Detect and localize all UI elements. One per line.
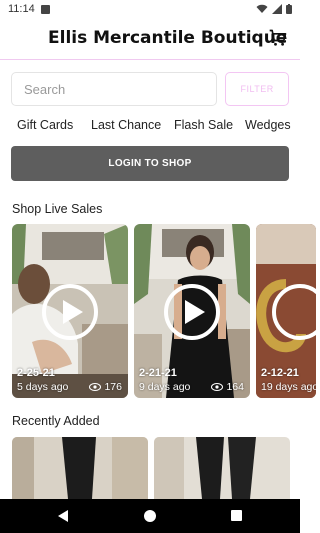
view-count: 176: [89, 381, 122, 393]
live-sales-title: Shop Live Sales: [12, 202, 103, 216]
battery-icon: [286, 4, 292, 14]
sale-age: 19 days ago: [261, 381, 316, 393]
category-wedges[interactable]: Wedges: [245, 118, 291, 132]
eye-icon: [89, 383, 102, 391]
eye-icon: [211, 383, 224, 391]
live-sale-card[interactable]: 2-12-21 19 days ago: [256, 224, 316, 398]
play-icon[interactable]: [271, 283, 316, 341]
live-sale-card[interactable]: 2-21-21 9 days ago 164: [134, 224, 250, 398]
category-row: Gift Cards Last Chance Flash Sale Wedges: [0, 117, 300, 135]
sale-age: 5 days ago: [17, 381, 69, 393]
cart-icon[interactable]: [268, 28, 288, 48]
product-image: [12, 437, 148, 499]
app-header: Ellis Mercantile Boutique: [0, 18, 300, 60]
sale-date: 2-21-21: [139, 367, 177, 379]
sale-date: 2-25-21: [17, 367, 55, 379]
category-last-chance[interactable]: Last Chance: [91, 118, 161, 132]
system-nav-bar: [0, 499, 300, 533]
wifi-icon: [256, 4, 268, 13]
play-icon[interactable]: [41, 283, 99, 341]
back-icon[interactable]: [57, 509, 69, 523]
recently-added-title: Recently Added: [12, 414, 100, 428]
search-row: FILTER: [11, 72, 289, 106]
filter-button[interactable]: FILTER: [225, 72, 289, 106]
login-to-shop-button[interactable]: LOGIN TO SHOP: [11, 146, 289, 181]
product-image: [154, 437, 290, 499]
play-icon[interactable]: [163, 283, 221, 341]
notification-icon: [40, 4, 50, 14]
status-time: 11:14: [8, 3, 35, 15]
sale-age: 9 days ago: [139, 381, 191, 393]
search-input[interactable]: [11, 72, 218, 106]
status-bar: 11:14: [0, 0, 300, 18]
live-sale-card[interactable]: 2-25-21 5 days ago 176: [12, 224, 128, 398]
home-icon[interactable]: [144, 510, 156, 522]
sale-date: 2-12-21: [261, 367, 299, 379]
signal-icon: [272, 4, 282, 14]
category-gift-cards[interactable]: Gift Cards: [17, 118, 73, 132]
app-title: Ellis Mercantile Boutique: [48, 28, 288, 48]
recents-icon[interactable]: [231, 510, 242, 521]
product-card[interactable]: [12, 437, 148, 499]
category-flash-sale[interactable]: Flash Sale: [174, 118, 233, 132]
view-count-value: 176: [104, 381, 122, 393]
view-count: 164: [211, 381, 244, 393]
view-count-value: 164: [226, 381, 244, 393]
product-card[interactable]: [154, 437, 290, 499]
